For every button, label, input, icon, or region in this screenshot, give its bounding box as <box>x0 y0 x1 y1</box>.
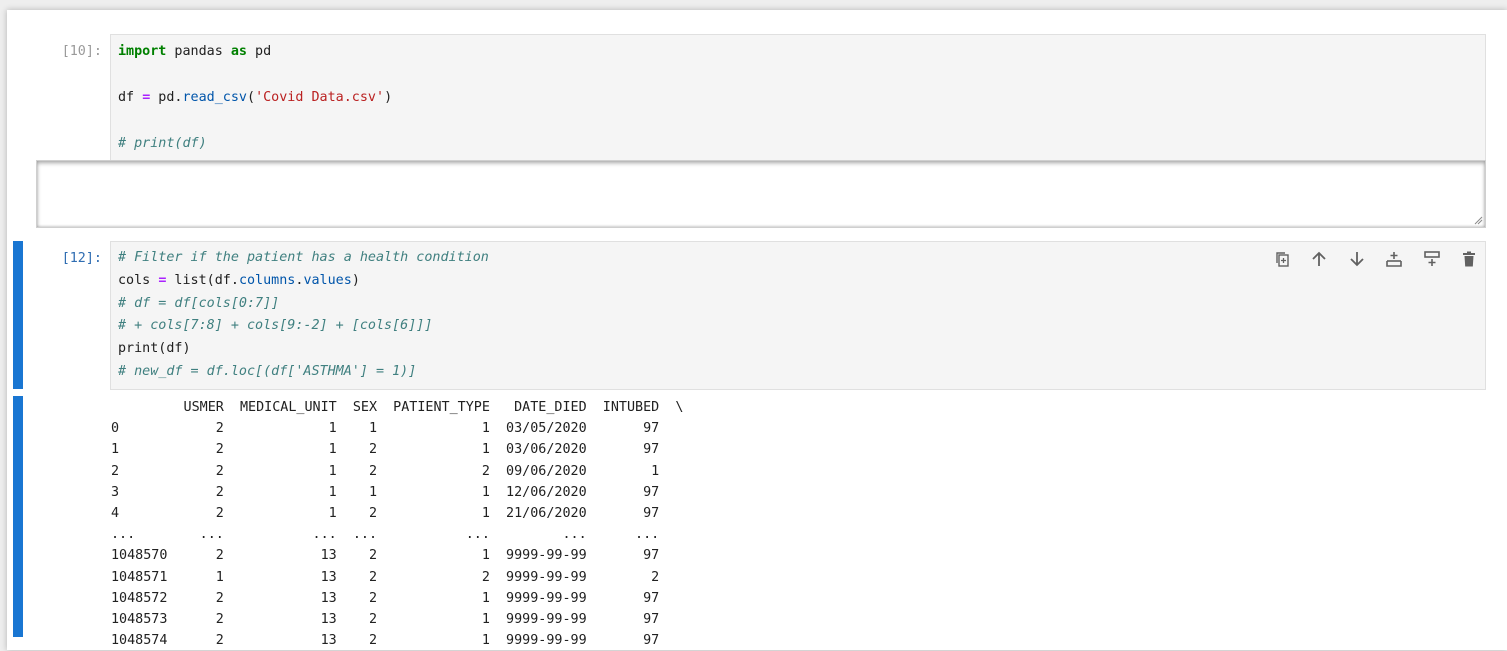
code-line: # df = df[cols[0:7]] <box>118 295 279 313</box>
code-token: print(df) <box>118 341 191 357</box>
code-token: # df = df[cols[0:7]] <box>118 295 280 311</box>
code-token: import <box>118 44 167 59</box>
code-token: read_csv <box>182 90 248 105</box>
code-token: columns <box>238 272 296 288</box>
output-line: 1048574 2 13 2 1 9999-99-99 97 <box>111 633 684 649</box>
move-down-button[interactable] <box>1338 246 1376 272</box>
move-up-icon <box>1312 251 1326 266</box>
trash-icon <box>1463 251 1476 267</box>
code-line: cols = list(df.columns.values) <box>118 272 360 290</box>
code-token: pd. <box>150 90 183 105</box>
code-line: # print(df) <box>118 135 207 153</box>
insert-above-icon <box>1386 252 1403 267</box>
insert-above-button[interactable] <box>1376 246 1414 272</box>
move-down-icon <box>1350 252 1364 267</box>
output-line: USMER MEDICAL_UNIT SEX PATIENT_TYPE DATE… <box>111 400 684 415</box>
execution-count-prompt: [10]: <box>61 44 102 59</box>
code-line: df = pd.read_csv('Covid Data.csv') <box>118 89 392 107</box>
output-line: 1 2 1 2 1 03/06/2020 97 <box>111 442 684 458</box>
code-token: 'Covid Data.csv' <box>255 90 385 105</box>
code-token: pd <box>247 44 272 59</box>
insert-below-icon <box>1423 251 1440 266</box>
output-line: 4 2 1 2 1 21/06/2020 97 <box>111 506 684 521</box>
move-up-button[interactable] <box>1301 246 1339 272</box>
code-token: df <box>118 90 143 105</box>
output-line: 2 2 1 2 2 09/06/2020 1 <box>111 463 684 479</box>
delete-cell-button[interactable] <box>1451 246 1489 272</box>
code-token: # + cols[7:8] + cols[9:-2] + [cols[6]]] <box>118 318 433 334</box>
code-token: # Filter if the patient has a health con… <box>118 250 489 265</box>
code-token: pandas <box>166 44 231 59</box>
code-token: ) <box>351 272 360 288</box>
output-line: 1048570 2 13 2 1 9999-99-99 97 <box>111 548 684 564</box>
code-token: # print(df) <box>118 136 207 151</box>
code-token: ) <box>384 90 393 105</box>
output-line: 0 2 1 1 1 03/05/2020 97 <box>111 421 684 437</box>
code-editor[interactable]: import pandas as pd df = pd.read_csv('Cov… <box>110 34 1486 161</box>
code-token: ( <box>247 90 256 105</box>
code-token: values <box>303 272 352 288</box>
code-token: as <box>230 44 247 59</box>
code-token: # new_df = df.loc[(df['ASTHMA'] = 1)] <box>118 364 417 379</box>
code-line: # Filter if the patient has a health con… <box>118 249 489 267</box>
empty-text-cell[interactable] <box>36 160 1486 228</box>
insert-below-button[interactable] <box>1413 246 1451 272</box>
code-line: # + cols[7:8] + cols[9:-2] + [cols[6]]] <box>118 317 432 335</box>
output-line: 3 2 1 1 1 12/06/2020 97 <box>111 484 684 500</box>
resize-handle-icon[interactable] <box>1473 215 1483 225</box>
output-line: 1048571 1 13 2 2 9999-99-99 2 <box>111 569 684 585</box>
output-line: 1048573 2 13 2 1 9999-99-99 97 <box>111 612 684 627</box>
cell-toolbar <box>1263 246 1488 272</box>
output-line: ... ... ... ... ... ... ... <box>111 527 684 543</box>
code-line: print(df) <box>118 340 191 358</box>
code-token: list(df. <box>166 272 239 288</box>
code-line: import pandas as pd <box>118 43 271 61</box>
duplicate-cell-icon <box>1276 252 1289 267</box>
cell-output: USMER MEDICAL_UNIT SEX PATIENT_TYPE DATE… <box>111 397 1491 648</box>
code-token: cols <box>118 272 159 288</box>
output-collapser[interactable] <box>13 396 23 637</box>
code-line: # new_df = df.loc[(df['ASTHMA'] = 1)] <box>118 363 416 381</box>
execution-count-prompt: [12]: <box>61 251 102 266</box>
duplicate-cell-button[interactable] <box>1263 246 1301 272</box>
output-line: 1048572 2 13 2 1 9999-99-99 97 <box>111 590 684 606</box>
